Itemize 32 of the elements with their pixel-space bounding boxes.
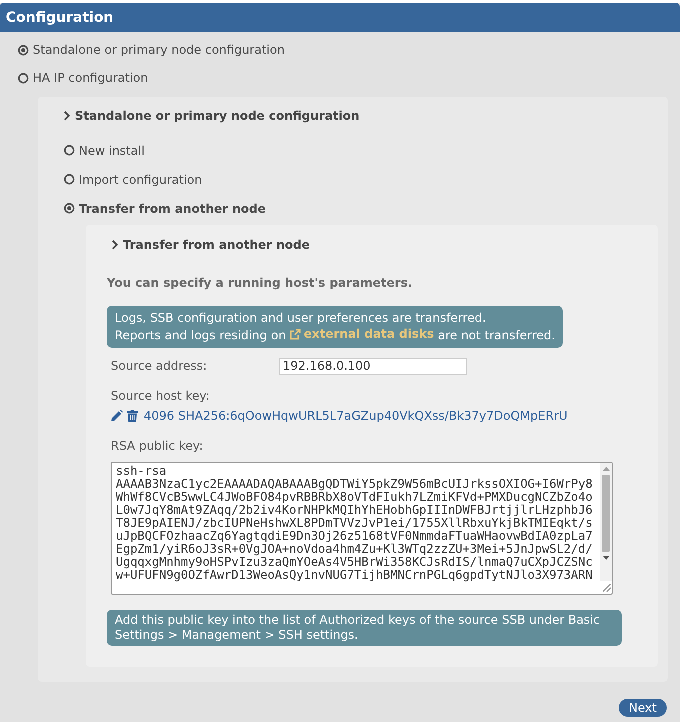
chevron-right-icon <box>64 111 70 121</box>
host-key-link[interactable]: 4096 SHA256:6qOowHqwURL5L7aGZup40VkQXss/Bk37y7DoQMpERrU <box>144 408 568 422</box>
radio-icon[interactable] <box>18 44 29 56</box>
chevron-right-icon <box>112 240 118 250</box>
public-key-label: RSA public key: <box>111 438 204 452</box>
next-button[interactable]: Next <box>619 698 667 716</box>
public-key-text: ssh-rsa AAAAB3NzaC1yc2EAAAADAQABAAABgQDTWiY5pkZ9W56mBcUIJrkssOXIOG+I6WrPy8 WhWf8CVcB5wwLC4JWoBFO84pvRBBRbX8oVTdFIukh7LZmiKFVd+PMXDucgNCZbZo4o L0w7JqY8mAt9ZAqq/2b2iv4KorNHPkMQIhYhEHobhGpIIInDWFBJrtjjlrLHzphbJ6 T8JE9pAIENJ/zbcIUPNeHshwXL8PDmTVVzJvP1ei/1755XllRbxuYkjBkTMIEqkt/s uJpBQCFOzhaacZq6YagtqdiE9Dn3Oj26z5168tVF0NmmdaFTuaWHaovwBdIA0zpLa7 EgpZm1/yiR6oJ3sR+0VgJOA+noVdoa4hm4Zu+Kl3WTq2zzZU+3Mei+5JnJpwSL2/d/ UgqqxgMnhmy9oHSPvIzu3zaQmYOeAs4V5HBrWi358KCJsRdIS/lnmaQ7uCXpJCZSNc w+UFUFN9g0OZfAwrD13WeoAsQy1nvNUG7TijhBMNCrnPGLq6gpdTytNJlo3X973ARN <box>115 462 594 584</box>
radio-icon[interactable] <box>64 145 75 156</box>
source-address-field[interactable]: 192.168.0.100 <box>279 358 467 374</box>
window-title: Configuration <box>6 10 114 26</box>
notice-text: Logs, SSB configuration and user preferences are transferred. Reports and logs residing on external data disks are not transferred. <box>115 310 556 344</box>
radio-icon[interactable] <box>18 72 29 84</box>
radio-option[interactable]: New install <box>64 136 145 165</box>
radio-icon[interactable] <box>64 203 75 214</box>
radio-option[interactable]: Transfer from another node <box>64 194 266 223</box>
scrollbar-track[interactable] <box>600 462 612 580</box>
radio-option[interactable]: HA IP configuration <box>18 64 148 92</box>
intro-text: You can specify a running host's parameters. <box>107 275 413 292</box>
radio-option[interactable]: Standalone or primary node configuration <box>18 36 285 64</box>
scrollbar-thumb[interactable] <box>602 474 610 552</box>
hint-text: Add this public key into the list of Authorized keys of the source SSB under Basic Settings > Management > SSH settings. <box>107 610 622 646</box>
source-address-label: Source address: <box>111 359 208 373</box>
resize-grip-icon[interactable] <box>603 584 611 592</box>
radio-option[interactable]: Import configuration <box>64 165 202 194</box>
trash-icon[interactable] <box>127 410 138 422</box>
radio-icon[interactable] <box>64 174 75 185</box>
pencil-icon[interactable] <box>111 410 123 422</box>
section-header[interactable]: Standalone or primary node configuration <box>64 106 360 126</box>
scroll-down-icon[interactable] <box>602 556 610 560</box>
section-header[interactable]: Transfer from another node <box>112 235 310 255</box>
external-link-icon <box>290 328 301 340</box>
source-host-key-label: Source host key: <box>111 388 210 402</box>
